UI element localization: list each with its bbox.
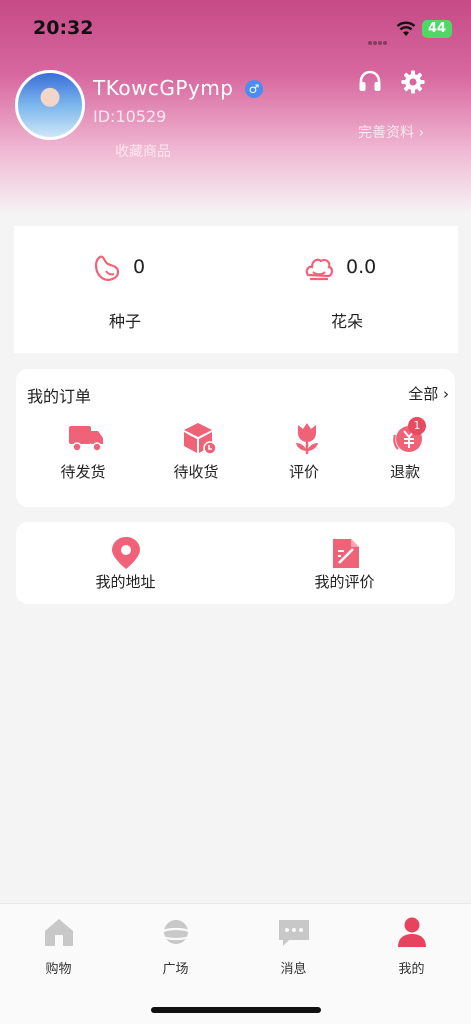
order-refund[interactable]: 退款 [355,419,455,489]
user-id: ID:10529 [93,107,167,126]
edit-document-icon [333,539,359,568]
tab-messages[interactable]: 消息 [235,904,352,984]
order-refund-label: 退款 [389,463,420,481]
my-reviews[interactable]: 我的评价 [235,522,454,604]
tab-shopping[interactable]: 购物 [0,904,117,984]
tab-profile-label: 我的 [398,962,425,977]
seeds-asset[interactable]: 0 种子 [14,226,236,353]
orders-card: 我的订单 全部 › 待发货 待收货 评价 退款 1 [16,369,455,507]
tab-shopping-label: 购物 [45,962,72,977]
gender-male-icon: ♂ [245,80,263,98]
tab-square[interactable]: 广场 [117,904,234,984]
seed-icon [95,255,120,281]
home-indicator [151,1007,321,1013]
status-time: 20:32 [33,17,94,39]
order-to-receive[interactable]: 待收货 [146,419,246,489]
flower-icon [305,258,334,281]
orders-title: 我的订单 [27,387,92,406]
assets-card: 0 种子 0.0 花朵 [14,226,458,353]
flowers-value: 0.0 [346,256,377,278]
signal-icon [368,30,390,45]
complete-profile-link[interactable]: 完善资料 › [358,122,424,142]
order-to-review-label: 评价 [288,463,319,481]
flowers-label: 花朵 [330,312,363,331]
person-icon [398,917,426,947]
tulip-icon [296,423,318,454]
avatar[interactable] [15,70,85,140]
my-address-label: 我的地址 [95,573,156,591]
tools-card: 我的地址 我的评价 [16,522,455,604]
flowers-asset[interactable]: 0.0 花朵 [236,226,458,353]
home-icon [45,919,73,946]
my-reviews-label: 我的评价 [314,573,375,591]
my-address[interactable]: 我的地址 [16,522,235,604]
refund-count-badge: 1 [408,417,426,435]
order-to-receive-label: 待收货 [173,463,219,481]
truck-icon [69,426,103,452]
seeds-value: 0 [133,256,146,278]
message-icon [279,920,309,946]
box-icon [184,423,217,455]
order-to-ship-label: 待发货 [60,463,106,481]
bottom-tab-bar: 购物 广场 消息 我的 [0,903,471,1024]
favorites-link[interactable]: 收藏商品 [115,141,171,161]
order-to-ship[interactable]: 待发货 [33,419,133,489]
orders-view-all-link[interactable]: 全部 › [408,383,449,404]
headset-icon[interactable] [357,69,383,95]
order-to-review[interactable]: 评价 [254,419,354,489]
planet-icon [159,920,193,944]
tab-square-label: 广场 [162,962,189,977]
battery-indicator: 44 [422,20,452,38]
gear-icon[interactable] [400,69,426,95]
seeds-label: 种子 [108,312,141,331]
location-pin-icon [112,537,140,569]
tab-messages-label: 消息 [280,962,307,977]
tab-profile[interactable]: 我的 [353,904,470,984]
wifi-icon [396,21,416,36]
username: TKowcGPymp [93,76,234,100]
